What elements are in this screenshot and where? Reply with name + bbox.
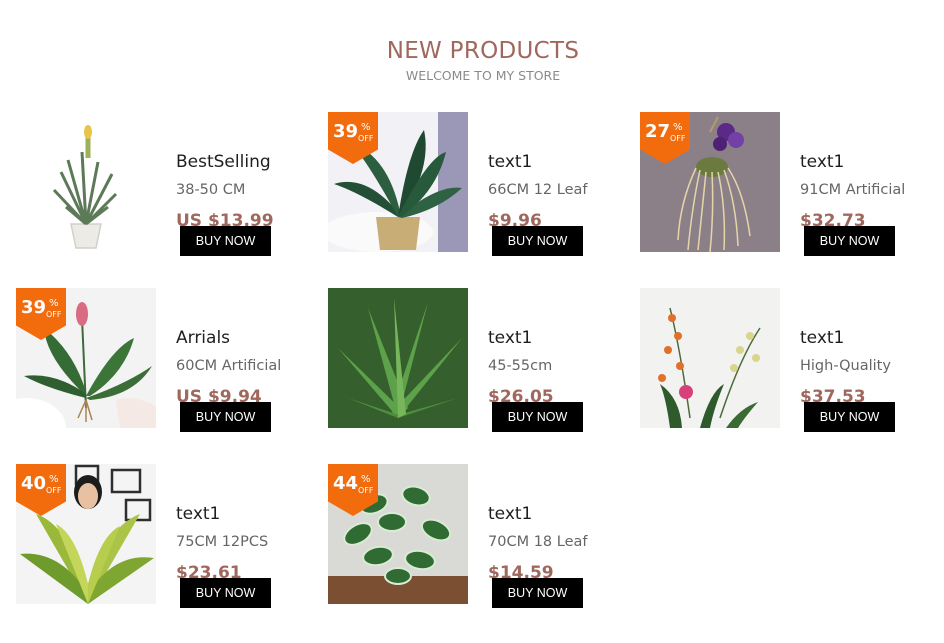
buy-now-button[interactable]: BUY NOW [180, 226, 271, 256]
product-name: text1 [488, 504, 533, 524]
product-card[interactable]: 27 % OFF text1 91CM Artificial $32.73 BU… [640, 112, 940, 256]
product-card[interactable]: 39 % OFF Arrials 60CM Artificial US $9.9… [16, 288, 316, 432]
product-description: 70CM 18 Leaf [488, 534, 588, 550]
product-name: text1 [488, 328, 533, 348]
product-description: 91CM Artificial [800, 182, 906, 198]
product-image[interactable]: 39 % OFF [328, 112, 468, 252]
buy-now-button[interactable]: BUY NOW [492, 402, 583, 432]
product-name: Arrials [176, 328, 231, 348]
product-image[interactable]: 40 % OFF [16, 464, 156, 604]
product-image[interactable]: 39 % OFF [16, 288, 156, 428]
product-description: High-Quality [800, 358, 891, 374]
section-title: NEW PRODUCTS [386, 38, 580, 64]
product-description: 66CM 12 Leaf [488, 182, 588, 198]
product-name: BestSelling [176, 152, 271, 172]
product-card[interactable]: 40 % OFF text1 75CM 12PCS $23.61 BUY NOW [16, 464, 316, 608]
section-subtitle: WELCOME TO MY STORE [405, 68, 561, 83]
section-header: NEW PRODUCTS WELCOME TO MY STORE [0, 36, 944, 84]
product-description: 38-50 CM [176, 182, 246, 198]
buy-now-button[interactable]: BUY NOW [492, 578, 583, 608]
buy-now-button[interactable]: BUY NOW [804, 402, 895, 432]
product-card[interactable]: 39 % OFF text1 66CM 12 Leaf $9.96 BUY NO… [328, 112, 628, 256]
product-description: 60CM Artificial [176, 358, 282, 374]
buy-now-button[interactable]: BUY NOW [804, 226, 895, 256]
buy-now-button[interactable]: BUY NOW [180, 402, 271, 432]
buy-now-button[interactable]: BUY NOW [180, 578, 271, 608]
product-image[interactable] [328, 288, 468, 428]
buy-now-button[interactable]: BUY NOW [492, 226, 583, 256]
product-name: text1 [176, 504, 221, 524]
product-image[interactable]: 44 % OFF [328, 464, 468, 604]
product-name: text1 [800, 328, 845, 348]
product-description: 45-55cm [488, 358, 553, 374]
product-card[interactable]: text1 45-55cm $26.05 BUY NOW [328, 288, 628, 432]
product-image[interactable] [640, 288, 780, 428]
product-name: text1 [800, 152, 845, 172]
product-card[interactable]: 44 % OFF text1 70CM 18 Leaf $14.59 BUY N… [328, 464, 628, 608]
product-image[interactable]: 27 % OFF [640, 112, 780, 252]
product-card[interactable]: BestSelling 38-50 CM US $13.99 BUY NOW [16, 112, 316, 256]
product-card[interactable]: text1 High-Quality $37.53 BUY NOW [640, 288, 940, 432]
product-image[interactable] [16, 112, 156, 252]
product-description: 75CM 12PCS [176, 534, 269, 550]
product-name: text1 [488, 152, 533, 172]
